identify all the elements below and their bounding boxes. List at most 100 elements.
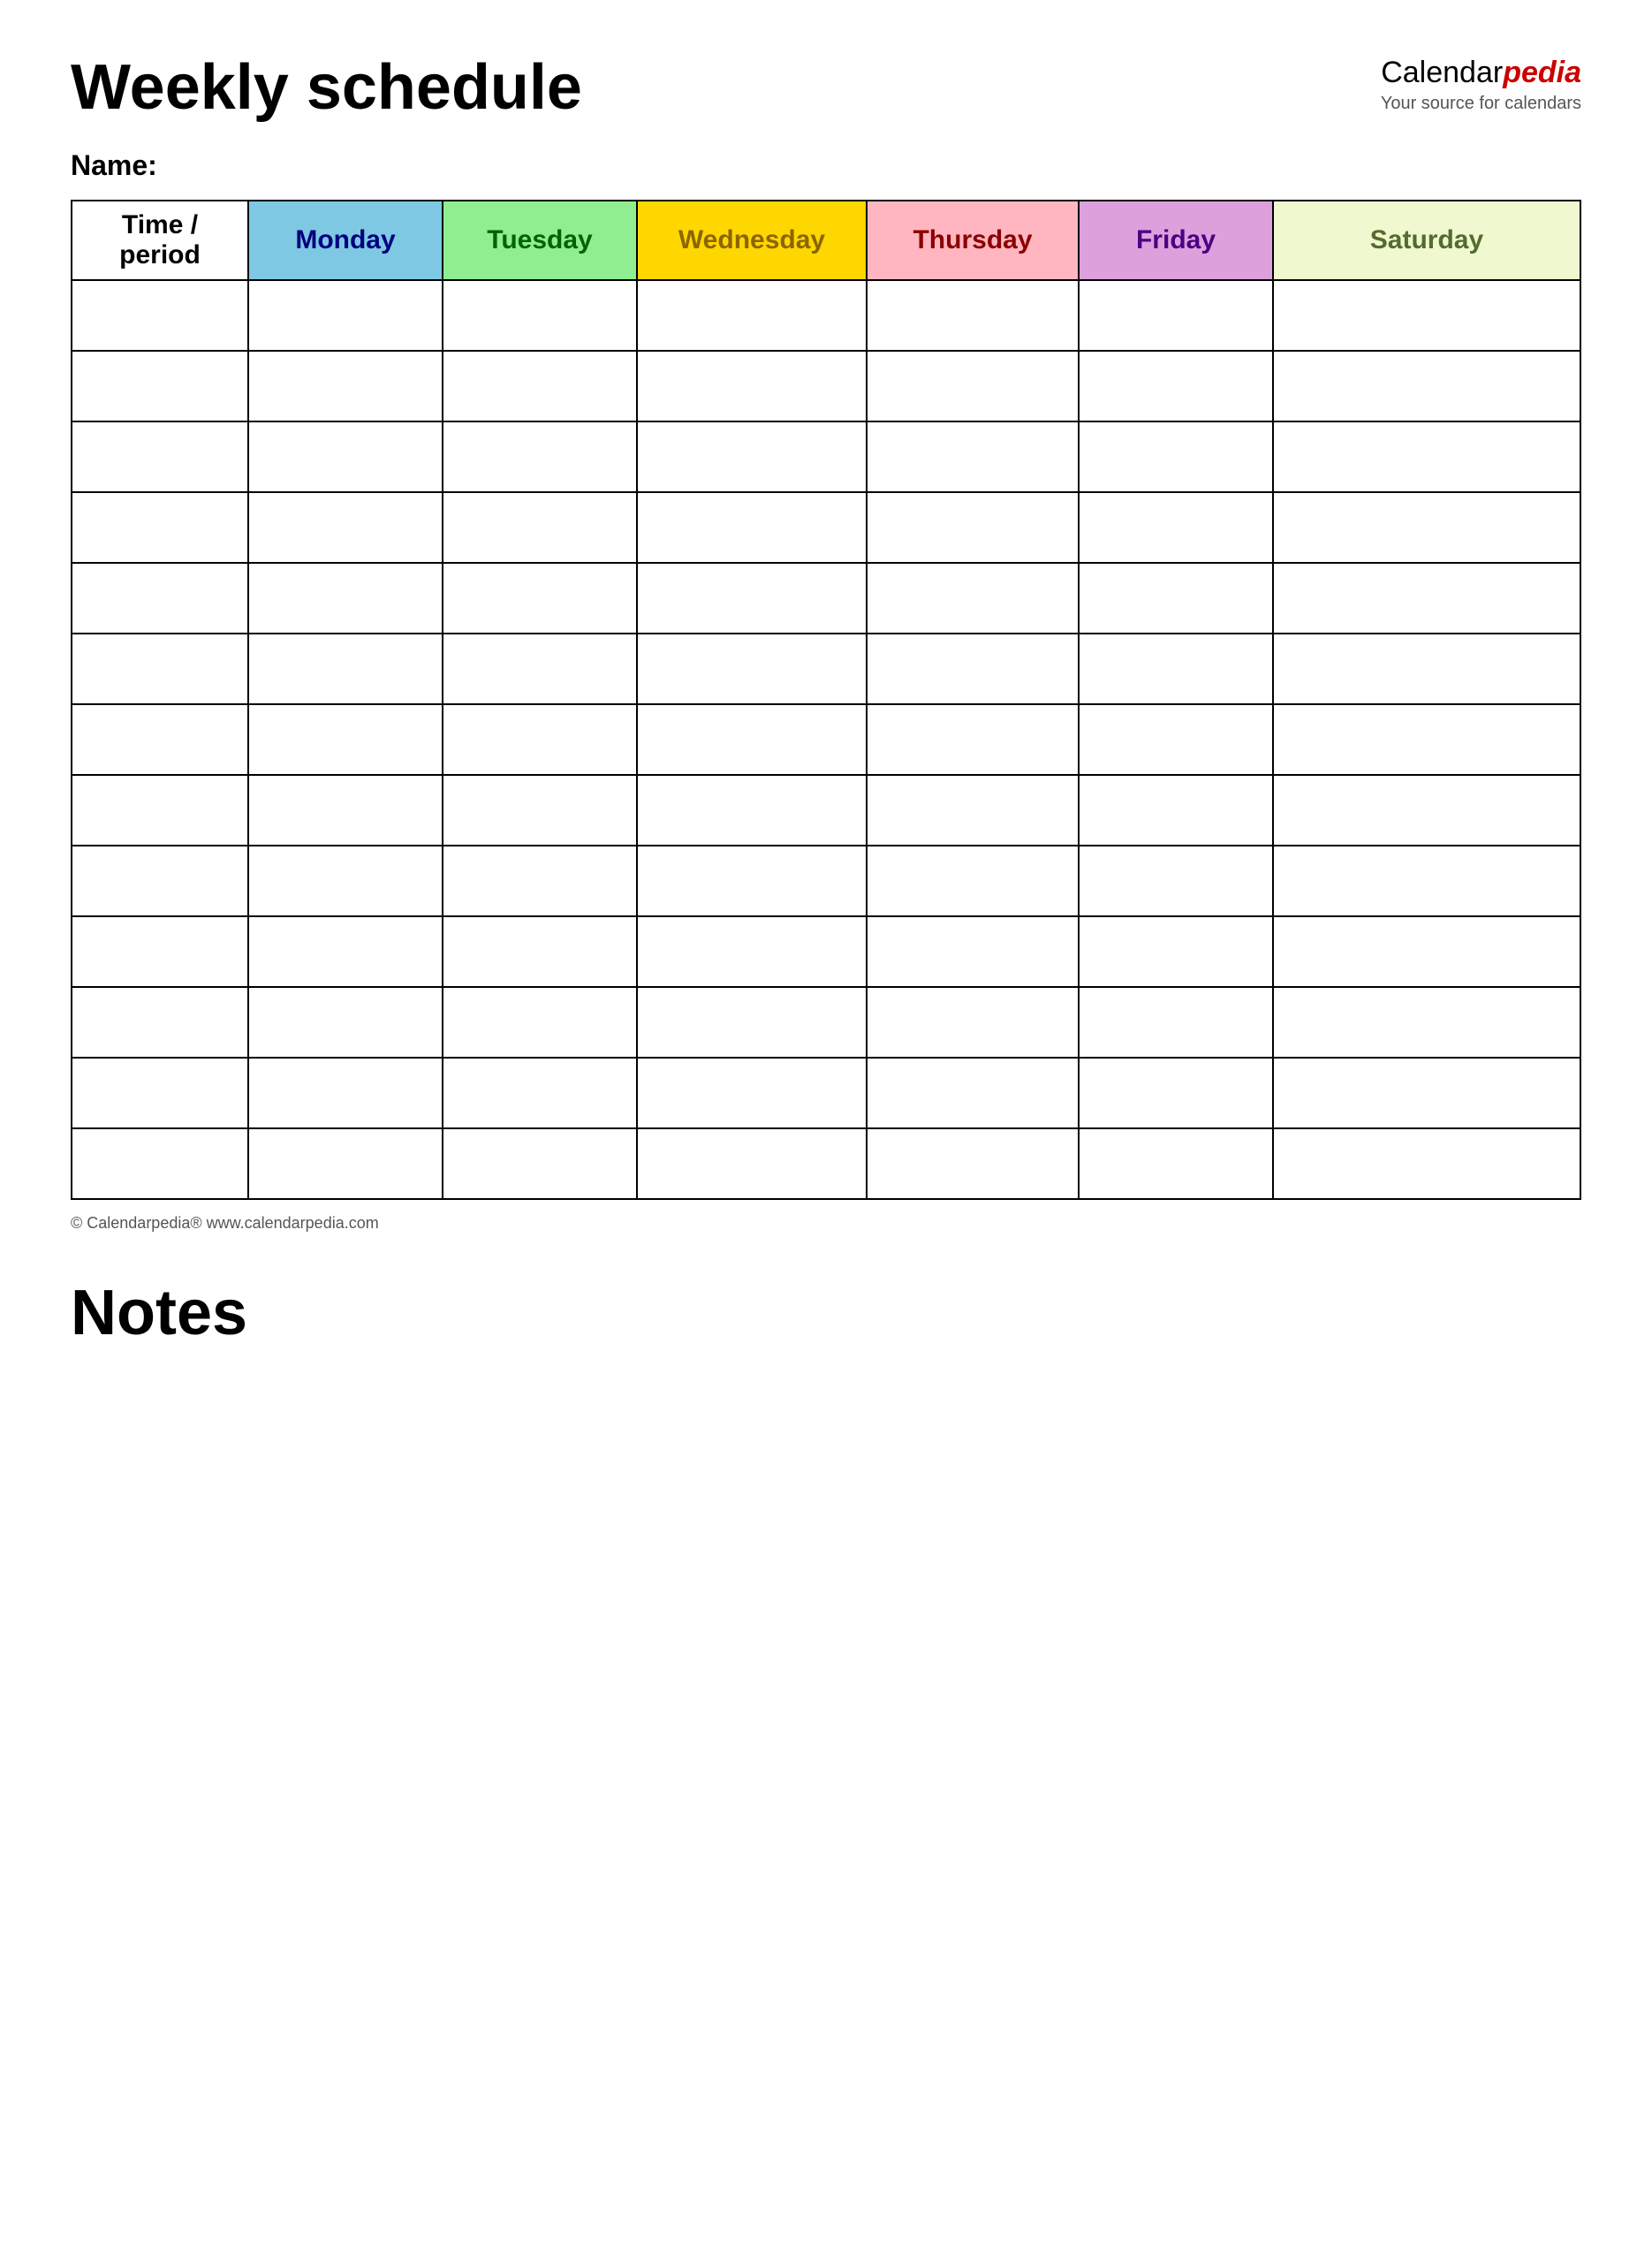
table-cell[interactable] [867, 1058, 1079, 1128]
table-cell[interactable] [637, 1128, 867, 1199]
table-cell[interactable] [248, 846, 443, 916]
table-cell[interactable] [1273, 775, 1580, 846]
table-cell[interactable] [72, 280, 248, 351]
table-cell[interactable] [248, 775, 443, 846]
table-cell[interactable] [867, 421, 1079, 492]
table-cell[interactable] [248, 704, 443, 775]
table-cell[interactable] [1273, 351, 1580, 421]
table-cell[interactable] [248, 1128, 443, 1199]
table-cell[interactable] [72, 634, 248, 704]
table-cell[interactable] [1273, 563, 1580, 634]
table-cell[interactable] [637, 846, 867, 916]
table-cell[interactable] [443, 846, 637, 916]
table-cell[interactable] [1273, 492, 1580, 563]
table-cell[interactable] [248, 280, 443, 351]
table-row [72, 704, 1580, 775]
table-cell[interactable] [1079, 916, 1273, 987]
table-cell[interactable] [72, 421, 248, 492]
table-cell[interactable] [637, 563, 867, 634]
table-cell[interactable] [248, 634, 443, 704]
table-row [72, 846, 1580, 916]
table-cell[interactable] [443, 421, 637, 492]
table-cell[interactable] [637, 775, 867, 846]
table-cell[interactable] [72, 1128, 248, 1199]
table-cell[interactable] [72, 775, 248, 846]
table-cell[interactable] [443, 1128, 637, 1199]
table-cell[interactable] [1273, 280, 1580, 351]
table-cell[interactable] [637, 916, 867, 987]
table-cell[interactable] [72, 916, 248, 987]
table-cell[interactable] [72, 492, 248, 563]
table-cell[interactable] [1273, 1058, 1580, 1128]
table-cell[interactable] [637, 280, 867, 351]
table-cell[interactable] [1079, 492, 1273, 563]
table-cell[interactable] [72, 987, 248, 1058]
table-cell[interactable] [72, 351, 248, 421]
table-cell[interactable] [637, 351, 867, 421]
table-cell[interactable] [1273, 634, 1580, 704]
table-cell[interactable] [1273, 916, 1580, 987]
table-cell[interactable] [867, 1128, 1079, 1199]
table-cell[interactable] [1273, 846, 1580, 916]
table-cell[interactable] [443, 1058, 637, 1128]
table-cell[interactable] [1273, 987, 1580, 1058]
table-cell[interactable] [248, 987, 443, 1058]
table-row [72, 351, 1580, 421]
table-cell[interactable] [443, 987, 637, 1058]
table-cell[interactable] [637, 634, 867, 704]
table-cell[interactable] [1273, 1128, 1580, 1199]
table-cell[interactable] [1079, 1128, 1273, 1199]
table-cell[interactable] [1079, 775, 1273, 846]
table-cell[interactable] [443, 775, 637, 846]
table-cell[interactable] [72, 846, 248, 916]
table-cell[interactable] [1079, 563, 1273, 634]
table-cell[interactable] [637, 1058, 867, 1128]
table-cell[interactable] [72, 1058, 248, 1128]
table-cell[interactable] [867, 351, 1079, 421]
table-cell[interactable] [1273, 421, 1580, 492]
table-cell[interactable] [867, 492, 1079, 563]
table-cell[interactable] [1079, 634, 1273, 704]
table-cell[interactable] [867, 280, 1079, 351]
table-cell[interactable] [867, 987, 1079, 1058]
table-cell[interactable] [1079, 704, 1273, 775]
col-header-saturday: Saturday [1273, 201, 1580, 280]
table-cell[interactable] [1079, 421, 1273, 492]
table-cell[interactable] [443, 351, 637, 421]
table-cell[interactable] [867, 916, 1079, 987]
table-cell[interactable] [867, 846, 1079, 916]
table-cell[interactable] [637, 704, 867, 775]
table-cell[interactable] [1079, 351, 1273, 421]
table-cell[interactable] [248, 1058, 443, 1128]
table-row [72, 1128, 1580, 1199]
table-cell[interactable] [637, 987, 867, 1058]
table-cell[interactable] [72, 563, 248, 634]
table-cell[interactable] [443, 704, 637, 775]
table-cell[interactable] [248, 563, 443, 634]
table-header-row: Time / period Monday Tuesday Wednesday T… [72, 201, 1580, 280]
table-cell[interactable] [443, 492, 637, 563]
table-cell[interactable] [867, 634, 1079, 704]
table-cell[interactable] [867, 775, 1079, 846]
table-cell[interactable] [443, 280, 637, 351]
table-row [72, 280, 1580, 351]
table-cell[interactable] [637, 421, 867, 492]
table-cell[interactable] [248, 492, 443, 563]
table-cell[interactable] [443, 916, 637, 987]
table-cell[interactable] [1079, 280, 1273, 351]
table-cell[interactable] [248, 351, 443, 421]
table-row [72, 1058, 1580, 1128]
table-cell[interactable] [1079, 1058, 1273, 1128]
table-cell[interactable] [443, 634, 637, 704]
footer-text: © Calendarpedia® www.calendarpedia.com [71, 1214, 1581, 1233]
table-cell[interactable] [1273, 704, 1580, 775]
table-cell[interactable] [867, 704, 1079, 775]
table-cell[interactable] [72, 704, 248, 775]
table-cell[interactable] [1079, 846, 1273, 916]
table-cell[interactable] [443, 563, 637, 634]
table-cell[interactable] [637, 492, 867, 563]
table-cell[interactable] [867, 563, 1079, 634]
table-cell[interactable] [1079, 987, 1273, 1058]
table-cell[interactable] [248, 421, 443, 492]
table-cell[interactable] [248, 916, 443, 987]
